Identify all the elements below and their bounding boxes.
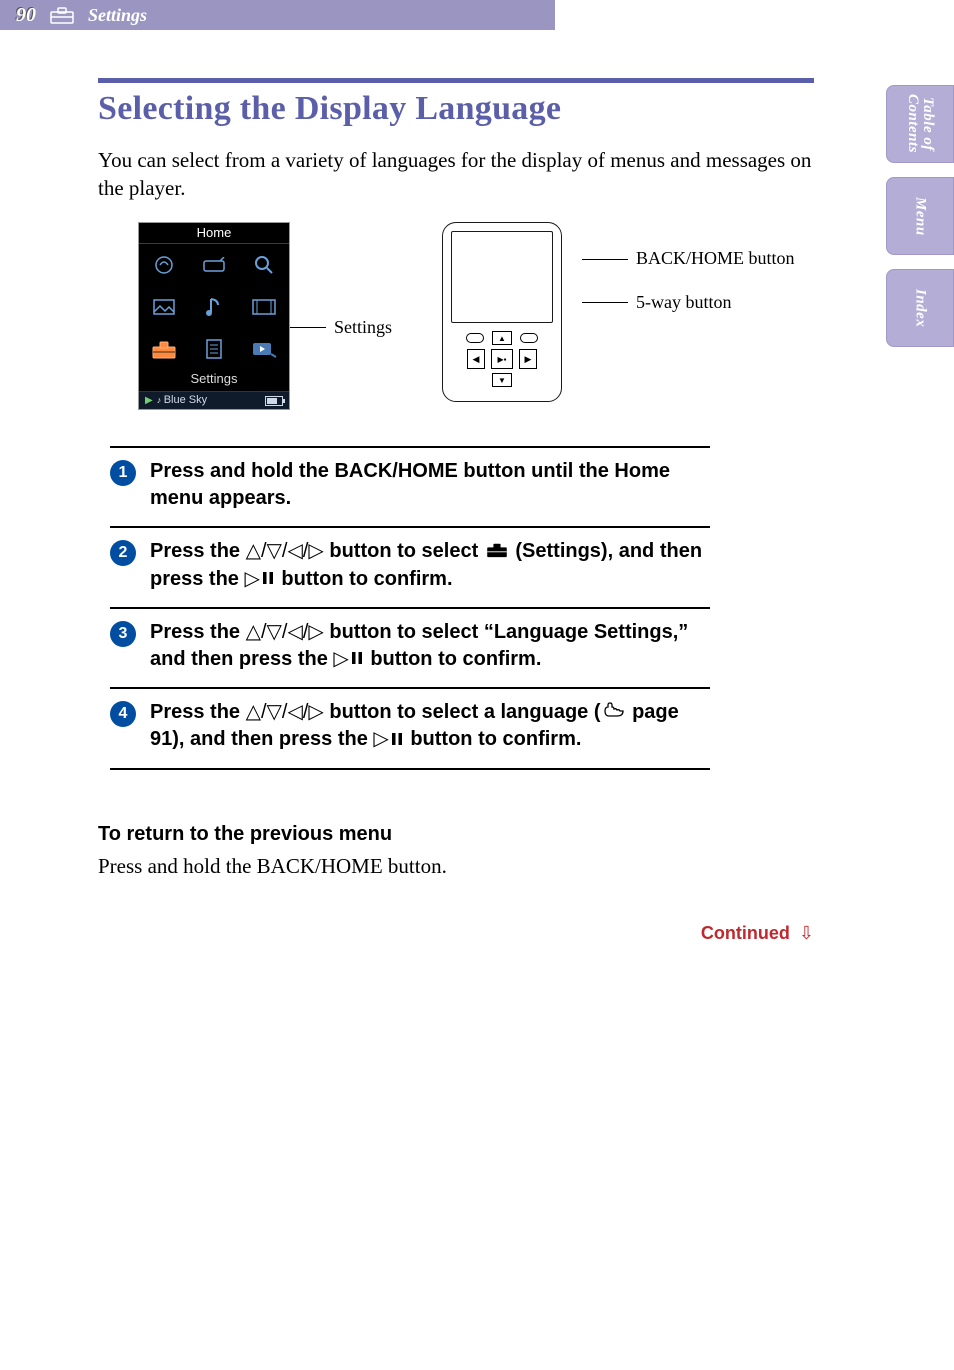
grid-icon-search-icon <box>239 244 289 286</box>
grid-icon-shuffle-icon <box>139 244 189 286</box>
grid-icon-photo-icon <box>139 286 189 328</box>
device-right-button: ▶ <box>519 349 537 369</box>
steps-list: 1 Press and hold the BACK/HOME button unt… <box>98 446 814 769</box>
grid-icon-radio-icon <box>189 244 239 286</box>
step-item: 2 Press the △/▽/◁/▷ button to select (Set… <box>110 526 710 606</box>
grid-icon-music-icon <box>189 286 239 328</box>
pause-icon <box>262 566 274 593</box>
grid-icon-playlist-icon <box>189 328 239 370</box>
grid-icon-settings-icon <box>139 328 189 370</box>
label-5way-text: 5-way button <box>636 292 731 314</box>
screen-status-bar: ▶♪ Blue Sky <box>139 391 289 409</box>
label-back-home: BACK/HOME button <box>582 248 795 270</box>
callout-label: Settings <box>334 318 392 336</box>
toolbox-icon <box>486 539 508 566</box>
direction-glyph: ▷ <box>244 568 259 590</box>
diagram-row: Home Settings ▶♪ Blue Sky <box>138 222 814 410</box>
continued-arrow-icon: ⇩ <box>799 923 814 943</box>
screen-callout: Settings <box>284 318 392 336</box>
grid-icon-nowplaying-icon <box>239 328 289 370</box>
screen-title: Home <box>139 223 289 244</box>
continued-indicator[interactable]: Continued ⇩ <box>98 924 814 942</box>
device-up-button: ▲ <box>492 331 512 345</box>
direction-glyph: ▷ <box>333 648 348 670</box>
play-indicator-icon: ▶ <box>145 395 153 406</box>
pause-icon <box>391 727 403 754</box>
pause-icon <box>351 646 363 673</box>
chapter-title: Settings <box>88 6 147 24</box>
grid-icon-video-icon <box>239 286 289 328</box>
step-text: Press the △/▽/◁/▷ button to select “Lang… <box>150 619 710 673</box>
page-number: 90 <box>16 5 36 25</box>
side-tab-index[interactable]: Index <box>886 269 954 347</box>
label-back-home-text: BACK/HOME button <box>636 248 795 270</box>
step-number-badge: 1 <box>110 460 136 486</box>
subsection-body: Press and hold the BACK/HOME button. <box>98 852 814 880</box>
device-left-button: ◀ <box>467 349 485 369</box>
toolbox-icon <box>50 6 74 24</box>
step-item: 1 Press and hold the BACK/HOME button unt… <box>110 446 710 526</box>
home-screen-mock: Home Settings ▶♪ Blue Sky <box>138 222 290 410</box>
title-rule <box>98 78 814 83</box>
device-center-button: ▶▪ <box>491 349 513 369</box>
step-number-badge: 2 <box>110 540 136 566</box>
device-option-pill <box>520 333 538 343</box>
subsection-heading: To return to the previous menu <box>98 822 814 846</box>
continued-label: Continued <box>701 923 790 943</box>
step-item: 4 Press the △/▽/◁/▷ button to select a la… <box>110 687 710 769</box>
step-number-badge: 4 <box>110 701 136 727</box>
side-tab-toc[interactable]: Table of Contents <box>886 85 954 163</box>
step-number-badge: 3 <box>110 621 136 647</box>
status-song: Blue Sky <box>164 394 207 406</box>
device-outline: ▲ ◀ ▶▪ ▶ ▼ <box>442 222 562 402</box>
step-text: Press and hold the BACK/HOME button unti… <box>150 458 710 512</box>
chapter-header-bar: 90 Settings <box>0 0 555 30</box>
page-title: Selecting the Display Language <box>98 89 814 130</box>
side-tab-menu[interactable]: Menu <box>886 177 954 255</box>
subsection: To return to the previous menu Press and… <box>98 822 814 880</box>
intro-paragraph: You can select from a variety of languag… <box>98 146 814 203</box>
device-down-button: ▼ <box>492 373 512 387</box>
label-5way: 5-way button <box>582 292 795 314</box>
device-back-pill <box>466 333 484 343</box>
main-content: Selecting the Display Language You can s… <box>98 78 814 942</box>
direction-glyph: △/▽/◁/▷ <box>246 540 324 562</box>
direction-glyph: △/▽/◁/▷ <box>246 701 324 723</box>
side-tabs: Table of Contents Menu Index <box>886 85 954 347</box>
battery-icon <box>265 396 283 406</box>
step-item: 3 Press the △/▽/◁/▷ button to select “Lan… <box>110 607 710 687</box>
direction-glyph: △/▽/◁/▷ <box>246 621 324 643</box>
step-text: Press the △/▽/◁/▷ button to select a lan… <box>150 699 710 753</box>
direction-glyph: ▷ <box>373 728 388 750</box>
screen-highlight-label: Settings <box>139 370 289 391</box>
step-text: Press the △/▽/◁/▷ button to select (Sett… <box>150 538 710 592</box>
device-screen-rect <box>451 231 553 323</box>
pointer-hand-icon <box>603 699 625 726</box>
